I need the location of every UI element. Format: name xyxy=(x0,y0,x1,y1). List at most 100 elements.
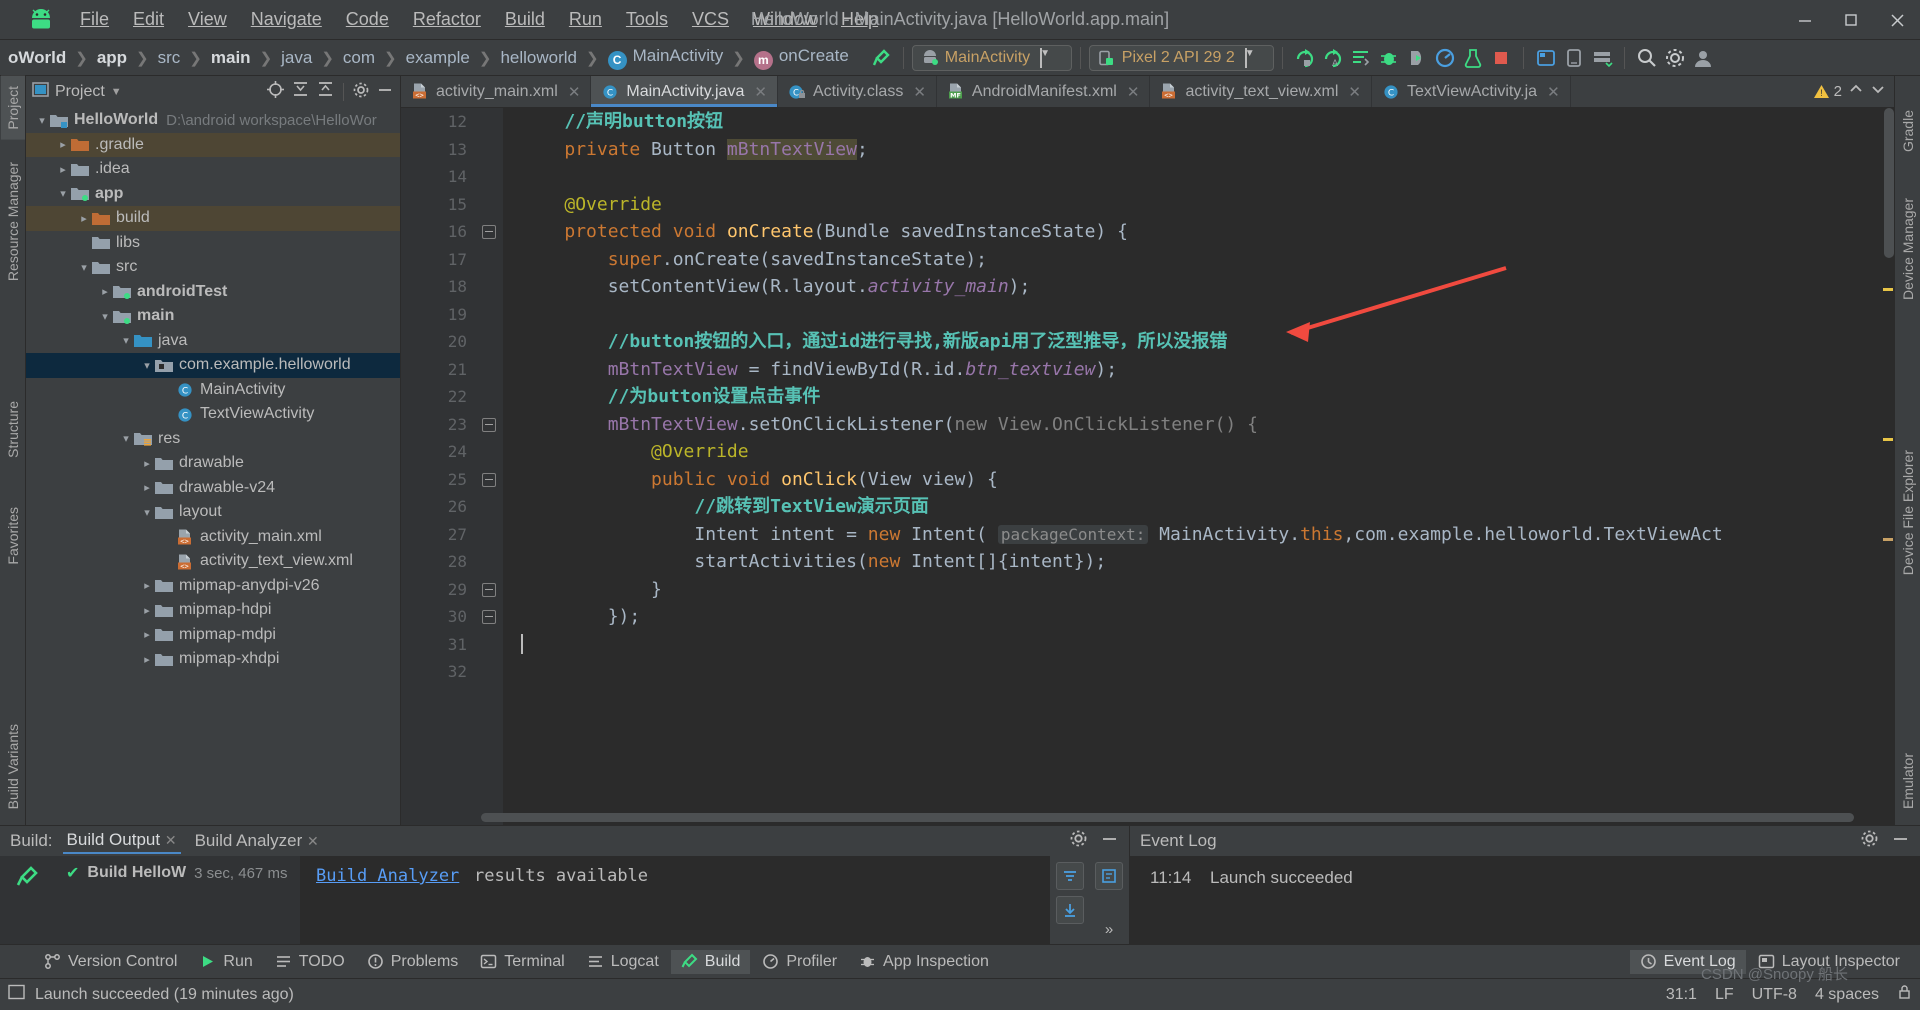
tool-button-build[interactable]: Build xyxy=(670,949,751,974)
line-number[interactable]: 20 xyxy=(401,328,477,356)
tree-node[interactable]: <> activity_main.xml xyxy=(26,525,400,550)
build-result-tree[interactable]: ✔ Build HelloW 3 sec, 467 ms xyxy=(0,856,300,944)
stripe-marker[interactable] xyxy=(1883,538,1893,541)
code-line[interactable]: //声明button按钮 xyxy=(503,108,1880,136)
menu-tools[interactable]: Tools xyxy=(614,5,680,34)
tree-node[interactable]: ▾ res xyxy=(26,427,400,452)
build-side-actions[interactable] xyxy=(1049,856,1089,944)
chevron-down-icon[interactable]: ▾ xyxy=(97,310,113,323)
code-line[interactable]: super.onCreate(savedInstanceState); xyxy=(503,246,1880,274)
close-tab-icon[interactable]: ✕ xyxy=(1547,83,1560,101)
line-number[interactable]: 32 xyxy=(401,658,477,686)
minimize-icon[interactable] xyxy=(1100,829,1119,853)
editor-horizontal-scrollbar[interactable] xyxy=(481,813,1854,822)
chevron-down-icon[interactable]: ▾ xyxy=(55,187,71,200)
editor-tab[interactable]: MF AndroidManifest.xml ✕ xyxy=(937,76,1151,107)
sdk-manager-icon[interactable] xyxy=(1588,44,1616,72)
run-icon[interactable] xyxy=(1291,44,1319,72)
expand-all-icon[interactable] xyxy=(291,80,310,104)
account-icon[interactable] xyxy=(1689,44,1717,72)
breadcrumb-main[interactable]: main xyxy=(207,46,255,70)
tree-node[interactable]: ▾ com.example.helloworld xyxy=(26,353,400,378)
sidebar-item-project[interactable]: Project xyxy=(0,76,25,140)
tree-node[interactable]: ▸ .idea xyxy=(26,157,400,182)
line-number[interactable]: 15 xyxy=(401,191,477,219)
attach-debugger-icon[interactable] xyxy=(1403,44,1431,72)
close-tab-icon[interactable]: ✕ xyxy=(913,83,926,101)
menu-view[interactable]: View xyxy=(176,5,239,34)
settings-gear-icon[interactable] xyxy=(352,81,370,104)
tree-node[interactable]: ▾ main xyxy=(26,304,400,329)
chevron-right-icon[interactable]: ▸ xyxy=(55,138,71,151)
line-number[interactable]: 22 xyxy=(401,383,477,411)
editor-tab-bar-right[interactable]: ! 2 xyxy=(1805,76,1894,107)
tree-node[interactable]: ▸ build xyxy=(26,206,400,231)
tool-button-run[interactable]: Run xyxy=(189,950,262,974)
prev-highlight-icon[interactable] xyxy=(1848,81,1864,102)
tree-node[interactable]: ▾ app xyxy=(26,182,400,207)
chevron-down-icon[interactable]: ▾ xyxy=(139,359,155,372)
code-line[interactable] xyxy=(503,163,1880,191)
tool-button-event-log[interactable]: Event Log xyxy=(1629,949,1746,974)
tool-button-logcat[interactable]: Logcat xyxy=(577,950,669,974)
event-log-actions[interactable] xyxy=(1860,829,1910,853)
close-tab-icon[interactable]: ✕ xyxy=(1127,83,1140,101)
code-line[interactable]: private Button mBtnTextView; xyxy=(503,136,1880,164)
sidebar-item-device-file-explorer[interactable]: Device File Explorer xyxy=(1896,440,1920,585)
status-bar-right[interactable]: 31:1 LF UTF-8 4 spaces xyxy=(1666,984,1912,1005)
code-fold-marker[interactable] xyxy=(482,582,496,597)
line-number[interactable]: 30 xyxy=(401,603,477,631)
breadcrumb-method[interactable]: m onCreate xyxy=(750,44,853,72)
chevron-down-icon[interactable]: ▾ xyxy=(34,114,50,127)
code-line[interactable]: mBtnTextView = findViewById(R.id.btn_tex… xyxy=(503,356,1880,384)
line-number[interactable]: 29 xyxy=(401,576,477,604)
scroll-from-source-icon[interactable] xyxy=(266,80,285,104)
breadcrumb-example[interactable]: example xyxy=(402,46,474,70)
maximize-button[interactable] xyxy=(1828,0,1874,40)
chevron-down-icon[interactable]: ▾ xyxy=(118,432,134,445)
editor-tab[interactable]: <> activity_main.xml ✕ xyxy=(401,76,592,107)
build-result-row[interactable]: ✔ Build HelloW 3 sec, 467 ms xyxy=(56,856,297,890)
debug-icon[interactable] xyxy=(1375,44,1403,72)
window-controls[interactable] xyxy=(1782,0,1920,40)
tree-node[interactable]: ▸ mipmap-xhdpi xyxy=(26,647,400,672)
breadcrumb-app[interactable]: app xyxy=(93,46,131,70)
line-number[interactable]: 25O xyxy=(401,466,512,494)
menu-vcs[interactable]: VCS xyxy=(680,5,741,34)
menu-code[interactable]: Code xyxy=(334,5,401,34)
minimize-icon[interactable] xyxy=(1891,829,1910,853)
line-number[interactable]: 27 xyxy=(401,521,477,549)
editor-tab[interactable]: C TextViewActivity.ja ✕ xyxy=(1372,76,1571,107)
menu-run[interactable]: Run xyxy=(557,5,614,34)
make-project-icon[interactable] xyxy=(867,44,895,72)
line-number[interactable]: 31 xyxy=(401,631,477,659)
tool-button-todo[interactable]: TODO xyxy=(265,950,355,974)
menu-edit[interactable]: Edit xyxy=(121,5,176,34)
breadcrumb-helloworld[interactable]: helloworld xyxy=(496,46,581,70)
tool-button-layout-inspector[interactable]: Layout Inspector xyxy=(1748,950,1910,974)
code-line[interactable]: @Override xyxy=(503,438,1880,466)
sidebar-item-build-variants[interactable]: Build Variants xyxy=(1,714,25,819)
build-analyzer-link[interactable]: Build Analyzer xyxy=(316,866,459,886)
tool-window-bar[interactable]: Version Control Run TODO Problems Termin… xyxy=(0,944,1920,978)
editor-tab[interactable]: <> activity_text_view.xml ✕ xyxy=(1150,76,1372,107)
file-encoding[interactable]: UTF-8 xyxy=(1752,986,1797,1004)
code-line[interactable]: //为button设置点击事件 xyxy=(503,383,1880,411)
menu-help[interactable]: Help xyxy=(829,5,890,34)
line-number[interactable]: 23 xyxy=(401,411,477,439)
left-tool-strip[interactable]: Project Resource Manager Structure Favor… xyxy=(0,76,26,825)
close-tab-icon[interactable]: ✕ xyxy=(1348,83,1361,101)
line-number-gutter[interactable]: 1213141516O171819202122232425O2627282930… xyxy=(401,108,512,825)
filter-icon[interactable] xyxy=(1055,862,1084,890)
tree-node[interactable]: ▸ drawable-v24 xyxy=(26,476,400,501)
gear-icon[interactable] xyxy=(1661,44,1689,72)
tool-button-profiler[interactable]: Profiler xyxy=(752,950,847,974)
caret-position[interactable]: 31:1 xyxy=(1666,986,1697,1004)
breadcrumb-java[interactable]: java xyxy=(277,46,316,70)
code-folding-column[interactable] xyxy=(477,108,503,825)
close-tab-icon[interactable]: ✕ xyxy=(568,83,581,101)
tab-build-output[interactable]: Build Output ✕ xyxy=(62,828,181,854)
code-fold-marker[interactable] xyxy=(482,417,496,432)
breadcrumb-src[interactable]: src xyxy=(154,46,185,70)
expand-chevrons-icon[interactable]: » xyxy=(1105,921,1113,938)
